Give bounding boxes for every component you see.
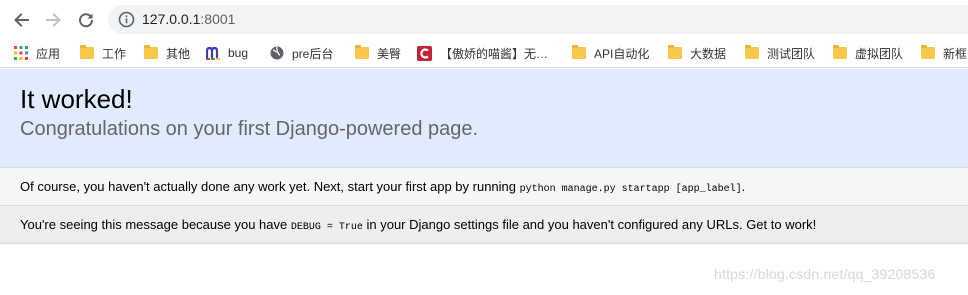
globe-icon <box>270 46 284 60</box>
bookmarks-bar: 应用 工作 其他 bug pre后台 美臀 【傲娇的喵酱】无… API自动化 大… <box>0 38 968 68</box>
csdn-logo-icon <box>417 45 432 61</box>
bookmark-label: 其他 <box>166 46 191 61</box>
bookmark-api-automation[interactable]: API自动化 <box>572 43 649 63</box>
instructions-text: Of course, you haven't actually done any… <box>20 179 520 194</box>
folder-icon <box>833 45 847 59</box>
bookmark-label: pre后台 <box>292 46 334 61</box>
reload-icon <box>79 13 94 28</box>
watermark: https://blog.csdn.net/qq_39208536 <box>714 266 936 282</box>
url-text: 127.0.0.1:8001 <box>142 11 235 28</box>
folder-icon <box>572 45 586 59</box>
m-logo-icon <box>206 46 220 60</box>
arrow-right-icon <box>46 13 61 27</box>
bookmark-label: 新框 <box>943 46 968 61</box>
page-title: It worked! <box>20 84 133 114</box>
folder-icon <box>921 45 935 59</box>
bookmark-big-data[interactable]: 大数据 <box>668 43 726 63</box>
bookmark-virtual-team[interactable]: 虚拟团队 <box>833 43 903 63</box>
page-content: It worked! Congratulations on your first… <box>0 69 968 295</box>
forward-button[interactable] <box>41 7 67 33</box>
apps-grid-icon <box>14 46 28 60</box>
page-subtitle: Congratulations on your first Django-pow… <box>20 118 479 140</box>
explanation-text: You're seeing this message because you h… <box>20 217 291 232</box>
bookmark-apps[interactable]: 应用 <box>14 43 60 63</box>
explanation-end: in your Django settings file and you hav… <box>362 217 817 232</box>
url-port: :8001 <box>200 11 236 27</box>
folder-icon <box>144 45 158 59</box>
bookmark-new-framework[interactable]: 新框 <box>921 43 967 63</box>
bookmark-mei[interactable]: 美臀 <box>355 43 401 63</box>
bookmark-label: bug <box>228 46 249 60</box>
arrow-left-icon <box>14 13 29 27</box>
bookmark-bug[interactable]: bug <box>206 43 248 63</box>
bookmark-label: 应用 <box>36 46 61 61</box>
bookmark-label: 虚拟团队 <box>855 46 904 61</box>
address-bar[interactable]: 127.0.0.1:8001 <box>108 5 968 34</box>
explanation-section: You're seeing this message because you h… <box>0 206 968 244</box>
startapp-command: python manage.py startapp [app_label] <box>519 184 742 195</box>
summary-section: It worked! Congratulations on your first… <box>0 69 968 168</box>
bookmark-label: 美臀 <box>377 46 402 61</box>
folder-icon <box>745 45 759 59</box>
info-circle-icon[interactable] <box>118 11 135 28</box>
bookmark-test-team[interactable]: 测试团队 <box>745 43 815 63</box>
bookmark-label: 大数据 <box>690 46 727 61</box>
bookmark-other[interactable]: 其他 <box>144 43 190 63</box>
bookmark-label: 【傲娇的喵酱】无… <box>440 46 549 61</box>
url-host: 127.0.0.1 <box>142 11 201 27</box>
bookmark-label: API自动化 <box>594 46 650 61</box>
browser-toolbar: 127.0.0.1:8001 <box>0 0 968 38</box>
reload-button[interactable] <box>73 7 99 33</box>
back-button[interactable] <box>8 7 34 33</box>
folder-icon <box>668 45 682 59</box>
folder-icon <box>355 45 369 59</box>
folder-icon <box>80 45 94 59</box>
bookmark-label: 测试团队 <box>767 46 816 61</box>
debug-setting: DEBUG = True <box>290 222 363 233</box>
instructions-section: Of course, you haven't actually done any… <box>0 168 968 206</box>
bookmark-csdn[interactable]: 【傲娇的喵酱】无… <box>417 43 548 63</box>
bookmark-pre-admin[interactable]: pre后台 <box>270 43 333 63</box>
instructions-end: . <box>741 179 746 194</box>
bookmark-work[interactable]: 工作 <box>80 43 126 63</box>
bookmark-label: 工作 <box>102 46 127 61</box>
